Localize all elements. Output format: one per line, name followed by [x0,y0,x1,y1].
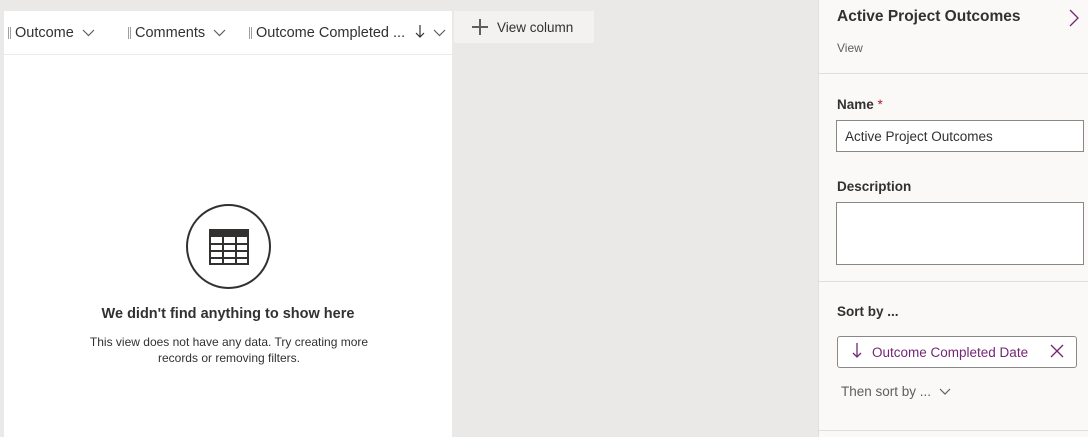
divider [819,73,1088,74]
collapse-panel-button[interactable] [1069,9,1083,27]
description-input[interactable] [836,202,1084,265]
chevron-down-icon[interactable] [433,25,446,41]
chevron-down-icon[interactable] [82,25,95,41]
view-canvas: Outcome Comments Outcome Completed ... W… [0,0,818,437]
sort-by-chip-label: Outcome Completed Date [872,344,1029,360]
chevron-down-icon[interactable] [213,25,226,41]
panel-title: Active Project Outcomes [837,8,1021,25]
then-sort-by-label: Then sort by ... [841,384,932,399]
name-input[interactable] [836,120,1084,152]
close-icon[interactable] [1050,344,1064,358]
sort-by-label: Sort by ... [837,304,899,319]
column-resize-handle[interactable] [128,27,131,39]
chevron-right-icon [1069,9,1079,27]
column-resize-handle[interactable] [249,27,252,39]
column-header-outcome-completed[interactable]: Outcome Completed ... [249,11,452,55]
then-sort-by-button[interactable]: Then sort by ... [841,384,951,399]
column-header-label: Outcome Completed ... [256,25,406,41]
column-resize-handle[interactable] [8,27,11,39]
view-properties-panel: Active Project Outcomes View Name * Desc… [818,0,1088,437]
required-marker: * [877,97,883,112]
column-header-comments[interactable]: Comments [128,11,248,55]
data-grid: Outcome Comments Outcome Completed ... W… [4,11,452,437]
sort-by-chip[interactable]: Outcome Completed Date [837,336,1077,368]
panel-subtitle: View [837,41,863,55]
add-view-column-label: View column [497,19,574,35]
empty-state-description: This view does not have any data. Try cr… [89,335,369,365]
name-label-text: Name [837,97,874,112]
arrow-down-icon [852,342,862,363]
grid-header: Outcome Comments Outcome Completed ... [4,11,452,55]
chevron-down-icon [939,384,951,399]
column-header-label: Comments [135,25,206,41]
divider [819,281,1088,282]
arrow-down-icon [415,24,425,43]
table-icon [186,204,271,289]
description-label: Description [837,179,912,194]
name-label: Name * [837,97,883,112]
add-view-column-button[interactable]: View column [454,11,594,43]
empty-state-title: We didn't find anything to show here [101,306,355,322]
column-header-outcome[interactable]: Outcome [8,11,126,55]
plus-icon [472,19,488,35]
divider [819,430,1088,431]
column-header-label: Outcome [15,25,74,41]
